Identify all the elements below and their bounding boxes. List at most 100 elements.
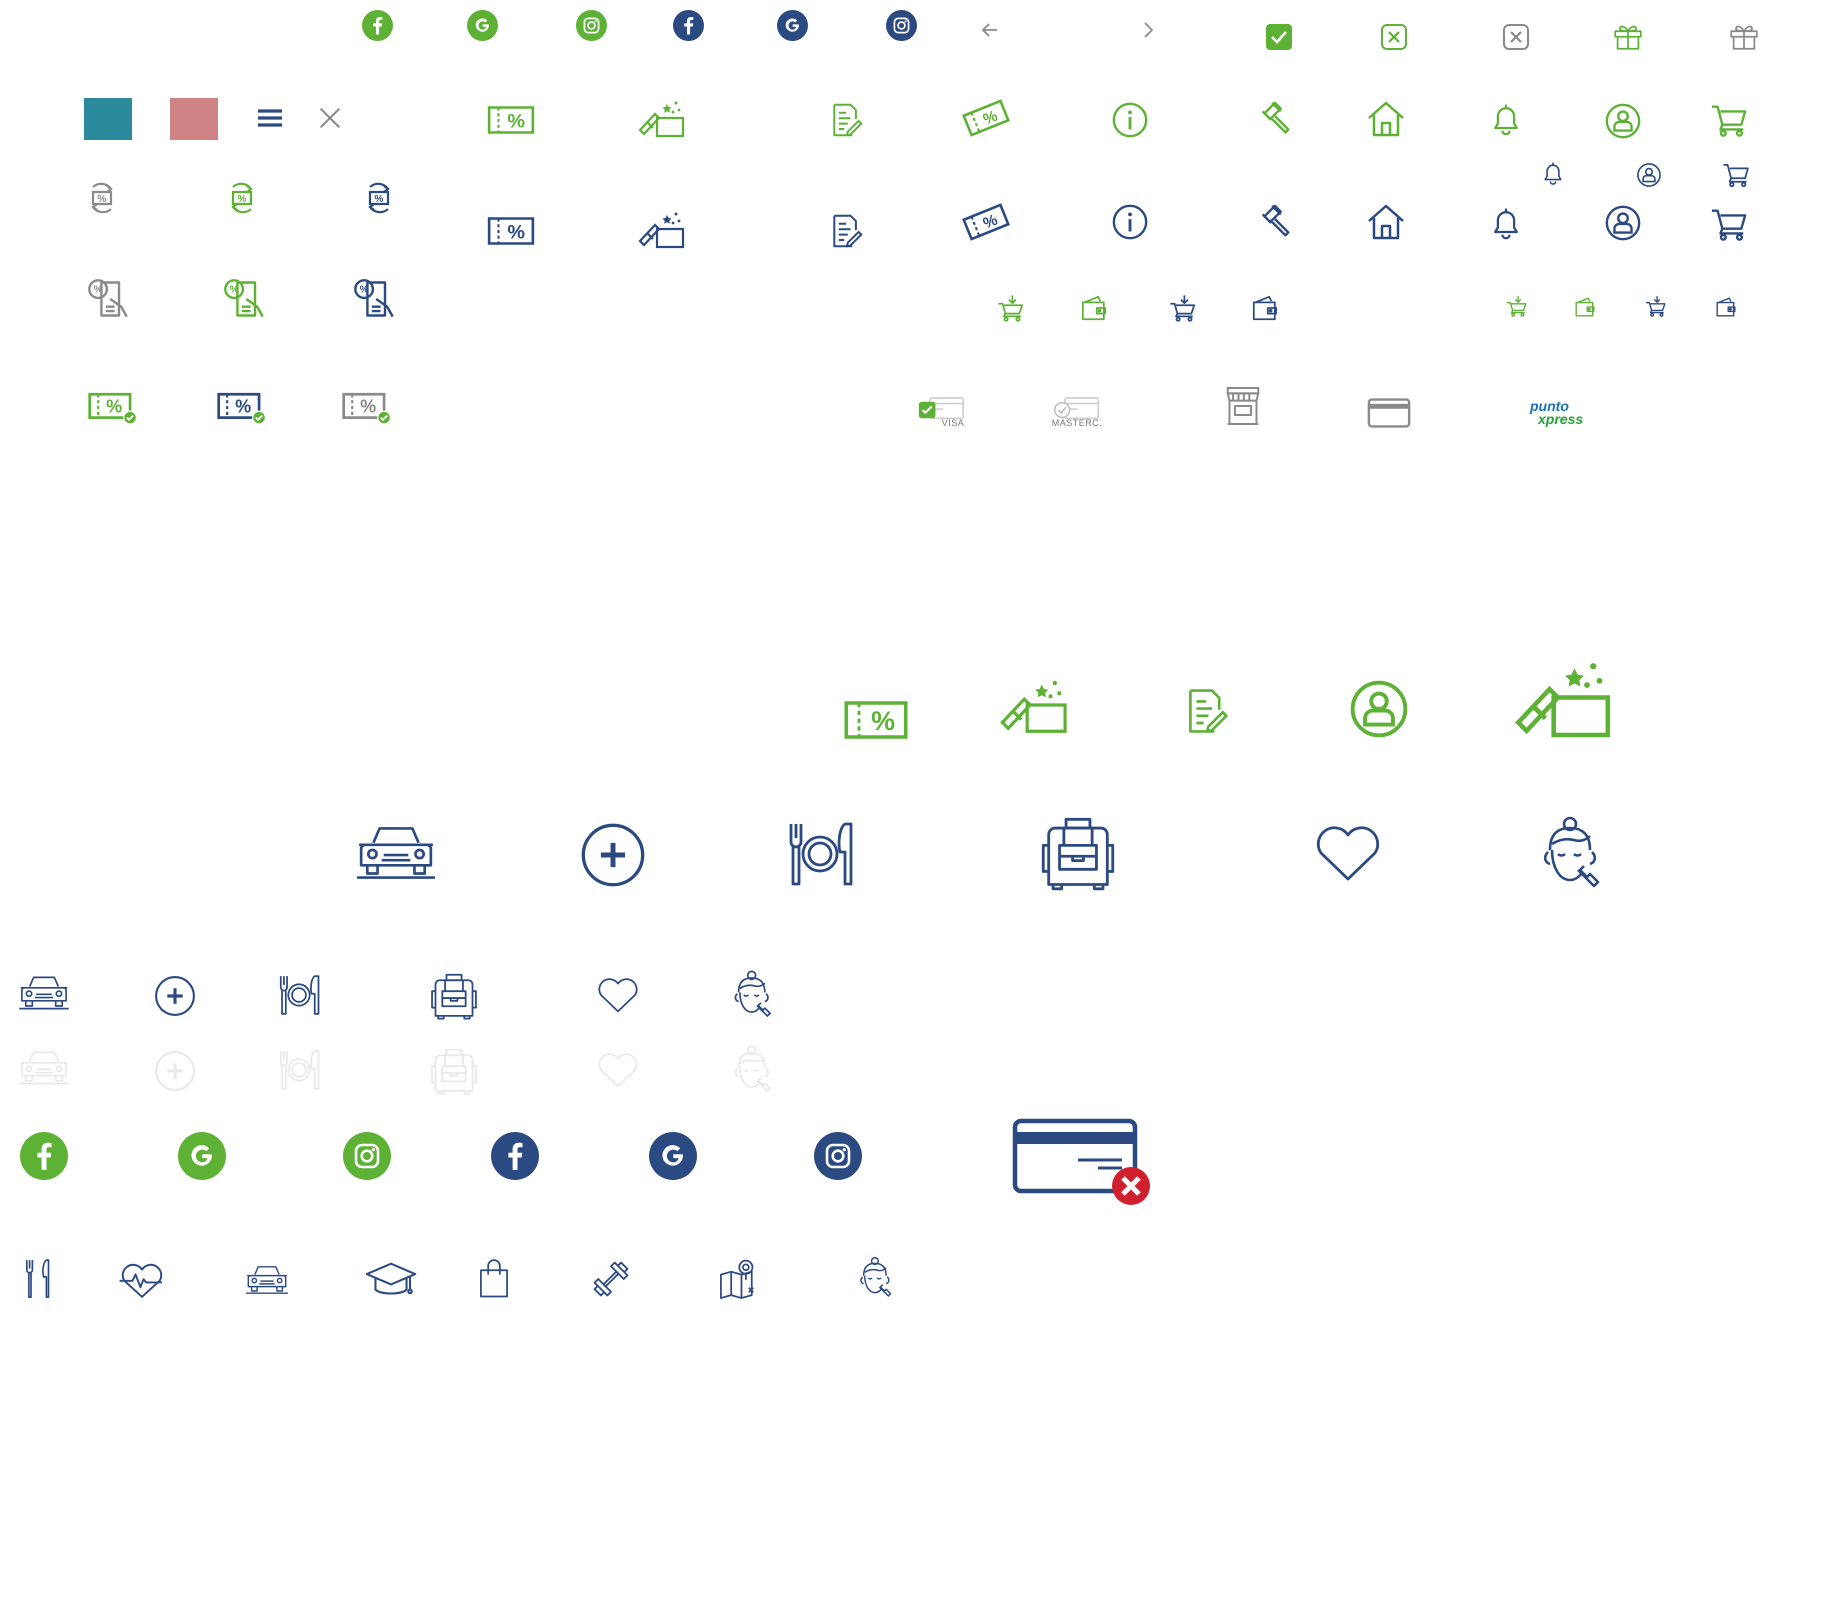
ticket-icon: [961, 99, 1011, 137]
instagram-icon[interactable]: [576, 10, 607, 41]
document-icon: [1182, 686, 1230, 736]
user-circle-icon[interactable]: [1604, 204, 1642, 242]
graduation-icon[interactable]: [365, 1262, 417, 1300]
coupon-refresh-icon: [222, 176, 262, 220]
user-circle-icon[interactable]: [1604, 102, 1642, 140]
facebook-icon[interactable]: [491, 1132, 539, 1180]
restaurant-icon[interactable]: [277, 972, 321, 1018]
home-icon[interactable]: [1366, 202, 1406, 242]
map-icon[interactable]: [718, 1258, 762, 1300]
google-icon[interactable]: [178, 1132, 226, 1180]
wallet-icon[interactable]: [1715, 296, 1737, 318]
instagram-icon[interactable]: [886, 10, 917, 41]
fitness-icon[interactable]: [590, 1258, 632, 1300]
home-icon[interactable]: [1366, 99, 1406, 139]
cutlery-icon[interactable]: [24, 1258, 52, 1300]
plus-circle-icon[interactable]: [154, 975, 196, 1017]
health-icon[interactable]: [118, 1260, 166, 1300]
cart-download-icon[interactable]: [997, 293, 1025, 323]
chevron-right-icon[interactable]: [1138, 20, 1158, 40]
checkbox-close-icon[interactable]: [1379, 22, 1409, 52]
beauty-icon: [732, 1045, 774, 1095]
cart-download-icon[interactable]: [1645, 294, 1667, 318]
car-icon[interactable]: [18, 972, 70, 1014]
coupon-check-icon: [86, 390, 138, 424]
document-icon: [828, 101, 864, 139]
facebook-icon[interactable]: [362, 10, 393, 41]
coupon-refresh-icon: [82, 176, 122, 220]
store-icon: [1225, 384, 1261, 428]
phone-discount-icon: [352, 277, 396, 321]
menu-icon[interactable]: [255, 103, 285, 133]
user-circle-icon[interactable]: [1348, 678, 1410, 740]
plus-circle-icon[interactable]: [580, 822, 646, 888]
gift-box-icon: [1728, 20, 1760, 52]
coupon-refresh-icon: [359, 176, 399, 220]
mastercard-caption: MASTERC.: [1051, 418, 1103, 428]
wallet-icon[interactable]: [1080, 294, 1108, 322]
beauty-icon[interactable]: [732, 970, 774, 1020]
gift-box-open-icon: [1512, 655, 1612, 740]
bell-icon[interactable]: [1488, 100, 1524, 138]
ticket-icon: [961, 203, 1011, 241]
color-swatch-rose: [170, 98, 218, 140]
gift-box-open-icon: [637, 98, 685, 138]
coupon-icon: [486, 103, 536, 137]
beauty-icon[interactable]: [858, 1255, 894, 1301]
wallet-icon[interactable]: [1574, 296, 1596, 318]
info-icon[interactable]: [1111, 101, 1149, 139]
coupon-check-icon: [340, 390, 392, 424]
credit-card-icon: [1366, 395, 1412, 431]
facebook-icon[interactable]: [20, 1132, 68, 1180]
credit-card-declined-icon: [1012, 1118, 1152, 1208]
user-circle-icon[interactable]: [1636, 162, 1662, 188]
google-icon[interactable]: [467, 10, 498, 41]
google-icon[interactable]: [649, 1132, 697, 1180]
heart-icon: [596, 1050, 640, 1090]
logo-part2: xpress: [1538, 411, 1584, 427]
arrow-left-icon[interactable]: [980, 20, 1000, 40]
instagram-icon[interactable]: [343, 1132, 391, 1180]
heart-icon[interactable]: [1313, 822, 1383, 884]
restaurant-icon: [277, 1047, 321, 1093]
close-icon[interactable]: [316, 104, 344, 132]
wallet-icon[interactable]: [1251, 294, 1279, 322]
backpack-icon[interactable]: [430, 972, 478, 1020]
restaurant-icon[interactable]: [785, 818, 855, 890]
visa-caption: VISA: [941, 418, 965, 428]
plus-circle-icon: [154, 1050, 196, 1092]
checkbox-checked-icon[interactable]: [1264, 22, 1294, 52]
punto-xpress-logo: punto xpress: [1530, 399, 1584, 427]
cart-download-icon[interactable]: [1169, 293, 1197, 323]
info-icon[interactable]: [1111, 203, 1149, 241]
car-icon[interactable]: [245, 1262, 289, 1298]
car-icon[interactable]: [355, 820, 437, 886]
coupon-icon: [486, 214, 536, 248]
instagram-icon[interactable]: [814, 1132, 862, 1180]
document-icon: [828, 212, 864, 250]
checkbox-close-icon[interactable]: [1501, 22, 1531, 52]
auction-icon[interactable]: [1256, 203, 1294, 241]
beauty-icon[interactable]: [1540, 815, 1604, 893]
backpack-icon: [430, 1047, 478, 1095]
bell-icon[interactable]: [1540, 160, 1566, 186]
cart-download-icon[interactable]: [1506, 294, 1528, 318]
cart-icon[interactable]: [1710, 100, 1748, 138]
backpack-icon[interactable]: [1040, 815, 1116, 891]
color-swatch-teal: [84, 98, 132, 140]
gift-box-open-icon: [998, 675, 1068, 735]
car-icon: [18, 1047, 70, 1089]
phone-discount-icon: [222, 277, 266, 321]
cart-icon[interactable]: [1722, 160, 1750, 188]
facebook-icon[interactable]: [673, 10, 704, 41]
shopping-bag-icon[interactable]: [478, 1258, 510, 1300]
gift-box-open-icon: [637, 209, 685, 249]
cart-icon[interactable]: [1710, 204, 1748, 242]
bell-icon[interactable]: [1488, 204, 1524, 242]
coupon-icon: [842, 697, 910, 743]
heart-icon[interactable]: [596, 975, 640, 1015]
coupon-check-icon: [215, 390, 267, 424]
auction-icon[interactable]: [1256, 100, 1294, 138]
phone-discount-icon: [86, 277, 130, 321]
google-icon[interactable]: [777, 10, 808, 41]
